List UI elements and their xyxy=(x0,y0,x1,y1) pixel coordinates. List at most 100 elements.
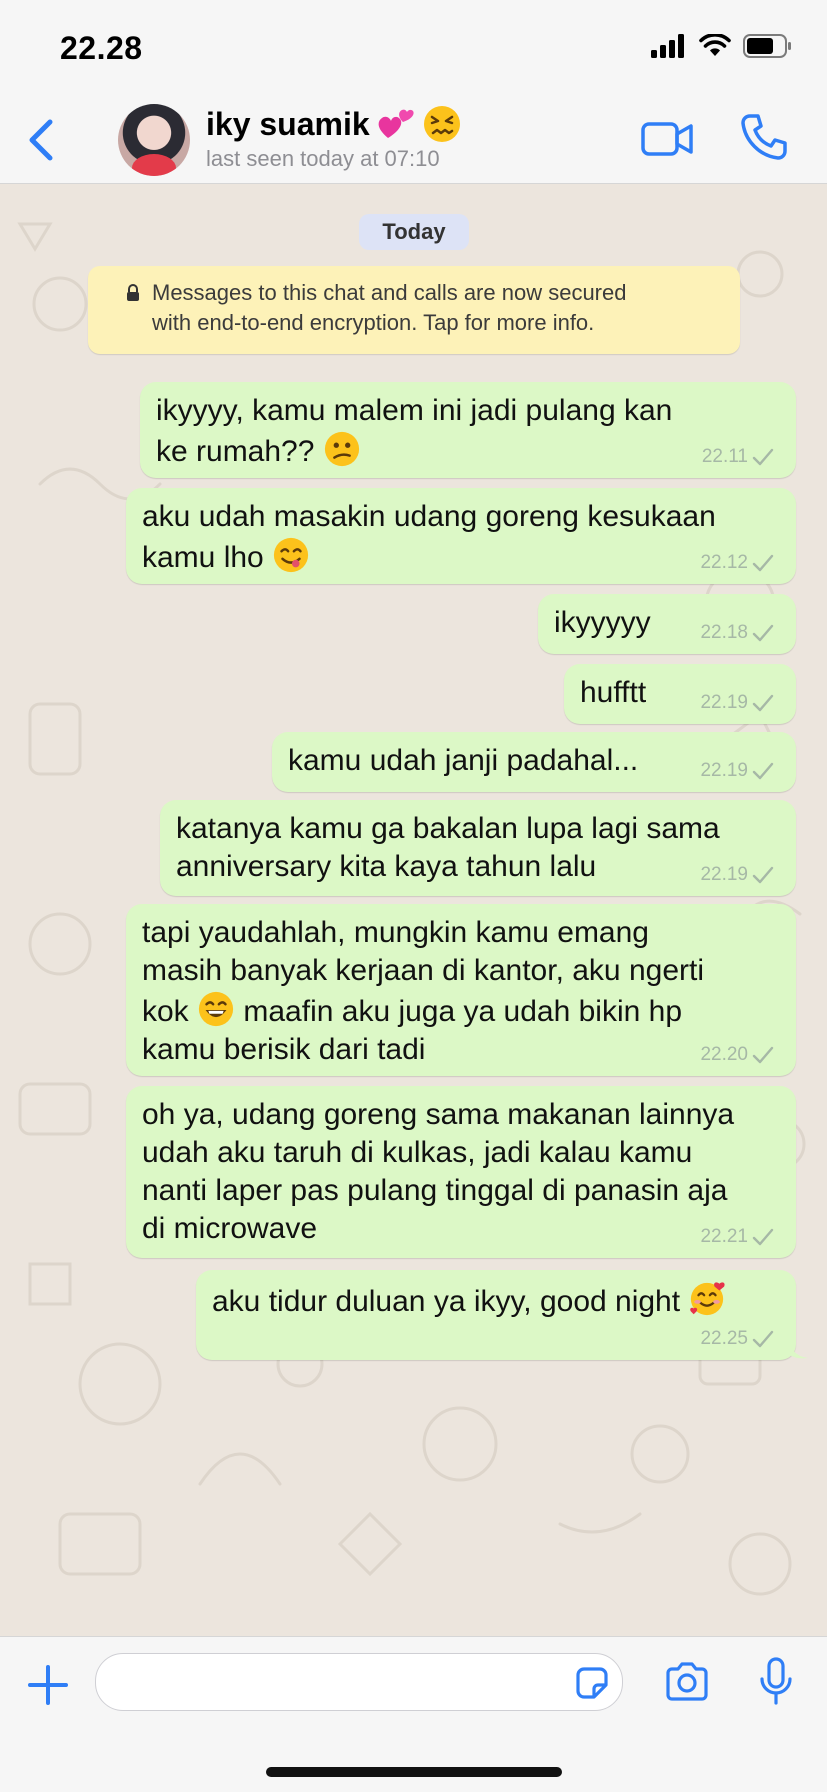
sent-check-icon xyxy=(752,866,774,884)
message-bubble[interactable]: katanya kamu ga bakalan lupa lagi sama a… xyxy=(160,800,796,896)
message-meta: 22.11 xyxy=(702,446,774,468)
message-meta: 22.18 xyxy=(700,622,774,644)
message-line: aku udah masakin udang goreng kesukaan xyxy=(142,500,716,533)
attach-button[interactable] xyxy=(26,1663,70,1707)
message-input[interactable] xyxy=(95,1653,623,1711)
bubble-tail xyxy=(786,1334,808,1359)
message-line-with-emoji: kamu lho xyxy=(142,536,716,577)
phone-call-icon xyxy=(741,114,787,160)
message-text: kamu udah janji padahal... xyxy=(288,744,639,777)
encryption-notice-line-1: Messages to this chat and calls are now … xyxy=(152,280,627,305)
back-button[interactable] xyxy=(20,116,60,164)
sent-check-icon xyxy=(752,1228,774,1246)
message-meta: 22.12 xyxy=(700,552,774,574)
message-meta: 22.19 xyxy=(700,864,774,886)
video-call-icon xyxy=(641,122,693,156)
message-meta: 22.21 xyxy=(700,1226,774,1248)
message-text: aku tidur duluan ya ikyy, good night xyxy=(212,1280,726,1321)
message-line: oh ya, udang goreng sama makanan lainnya xyxy=(142,1098,735,1131)
message-line: udah aku taruh di kulkas, jadi kalau kam… xyxy=(142,1136,693,1169)
home-indicator[interactable] xyxy=(266,1767,562,1777)
message-bubble[interactable]: ikyyyy, kamu malem ini jadi pulang kan k… xyxy=(140,382,796,478)
sent-check-icon xyxy=(752,624,774,642)
camera-icon xyxy=(666,1662,708,1701)
avatar-shirt xyxy=(132,154,176,176)
message-time: 22.19 xyxy=(700,864,748,885)
grinning-face-emoji-icon xyxy=(198,991,234,1027)
message-line: tapi yaudahlah, mungkin kamu emang xyxy=(142,916,649,949)
message-line: masih banyak kerjaan di kantor, aku nger… xyxy=(142,954,704,987)
video-call-button[interactable] xyxy=(640,116,694,162)
message-time: 22.20 xyxy=(700,1044,748,1065)
message-line: ikyyyy, kamu malem ini jadi pulang kan xyxy=(156,394,673,427)
sticker-button[interactable] xyxy=(574,1665,610,1701)
message-time: 22.19 xyxy=(700,760,748,781)
message-time: 22.19 xyxy=(700,692,748,713)
message-bubble[interactable]: aku udah masakin udang goreng kesukaan k… xyxy=(126,488,796,584)
message-time: 22.12 xyxy=(700,552,748,573)
chevron-left-icon xyxy=(29,119,53,161)
encryption-notice-line-2: with end-to-end encryption. Tap for more… xyxy=(152,310,595,335)
message-line-with-emoji: kok maafin aku juga ya udah bikin hp xyxy=(142,990,704,1031)
status-icons xyxy=(651,34,793,58)
message-text: hufftt xyxy=(580,676,647,709)
sent-check-icon xyxy=(752,554,774,572)
plus-icon xyxy=(28,1665,68,1705)
sent-check-icon xyxy=(752,1330,774,1348)
sent-check-icon xyxy=(752,1046,774,1064)
message-text: aku udah masakin udang goreng kesukaan k… xyxy=(142,498,716,577)
phone-call-button[interactable] xyxy=(740,112,788,162)
camera-button[interactable] xyxy=(664,1661,710,1703)
message-meta: 22.20 xyxy=(700,1044,774,1066)
signal-icon xyxy=(651,34,684,58)
message-line-with-emoji: aku tidur duluan ya ikyy, good night xyxy=(212,1280,726,1321)
sticker-icon xyxy=(576,1667,608,1699)
message-bubble[interactable]: oh ya, udang goreng sama makanan lainnya… xyxy=(126,1086,796,1258)
message-bubble[interactable]: tapi yaudahlah, mungkin kamu emang masih… xyxy=(126,904,796,1076)
message-time: 22.11 xyxy=(701,446,748,467)
message-time: 22.18 xyxy=(700,622,748,643)
chat-area[interactable]: Today Messages to this chat and calls ar… xyxy=(0,184,827,1636)
wifi-icon xyxy=(699,34,731,56)
message-time: 22.25 xyxy=(700,1328,748,1349)
message-bubble[interactable]: ikyyyyy 22.18 xyxy=(538,594,796,654)
voice-message-button[interactable] xyxy=(758,1657,794,1707)
contact-name[interactable]: iky suamik xyxy=(206,104,462,144)
message-line: nanti laper pas pulang tinggal di panasi… xyxy=(142,1174,728,1207)
input-bar xyxy=(0,1636,827,1792)
savoring-food-face-emoji-icon xyxy=(273,537,309,573)
message-bubble[interactable]: hufftt 22.19 xyxy=(564,664,796,724)
message-line: katanya kamu ga bakalan lupa lagi sama xyxy=(176,812,720,845)
sent-check-icon xyxy=(752,694,774,712)
message-line: kamu berisik dari tadi xyxy=(142,1033,426,1066)
message-meta: 22.19 xyxy=(700,692,774,714)
message-text: ikyyyyy xyxy=(554,606,651,639)
message-text: tapi yaudahlah, mungkin kamu emang masih… xyxy=(142,914,704,1069)
message-text: katanya kamu ga bakalan lupa lagi sama a… xyxy=(176,810,720,886)
message-bubble[interactable]: kamu udah janji padahal... 22.19 xyxy=(272,732,796,792)
smiling-face-with-hearts-emoji-icon xyxy=(690,1282,726,1316)
message-line: anniversary kita kaya tahun lalu xyxy=(176,850,597,883)
sent-check-icon xyxy=(752,762,774,780)
avatar[interactable] xyxy=(118,104,190,176)
date-chip: Today xyxy=(359,214,469,250)
lock-icon xyxy=(127,284,139,301)
confounded-face-emoji-icon xyxy=(423,106,460,142)
message-bubble[interactable]: aku tidur duluan ya ikyy, good night 22.… xyxy=(196,1270,808,1360)
chat-header: iky suamik last seen today at 07:10 xyxy=(0,96,827,184)
status-bar: 22.28 xyxy=(0,0,827,96)
microphone-icon xyxy=(760,1657,792,1705)
two-hearts-emoji-icon xyxy=(378,109,414,138)
message-line-with-emoji: ke rumah?? xyxy=(156,430,672,471)
message-meta: 22.25 xyxy=(700,1328,774,1350)
message-text: ikyyyy, kamu malem ini jadi pulang kan k… xyxy=(156,392,672,471)
encryption-notice[interactable]: Messages to this chat and calls are now … xyxy=(88,266,740,354)
message-time: 22.21 xyxy=(700,1226,748,1247)
status-time: 22.28 xyxy=(60,30,143,66)
message-text: oh ya, udang goreng sama makanan lainnya… xyxy=(142,1096,734,1248)
last-seen-status: last seen today at 07:10 xyxy=(206,146,440,171)
contact-name-text: iky suamik xyxy=(206,105,370,142)
sent-check-icon xyxy=(752,448,774,466)
battery-icon xyxy=(743,34,791,58)
message-line: di microwave xyxy=(142,1212,318,1245)
